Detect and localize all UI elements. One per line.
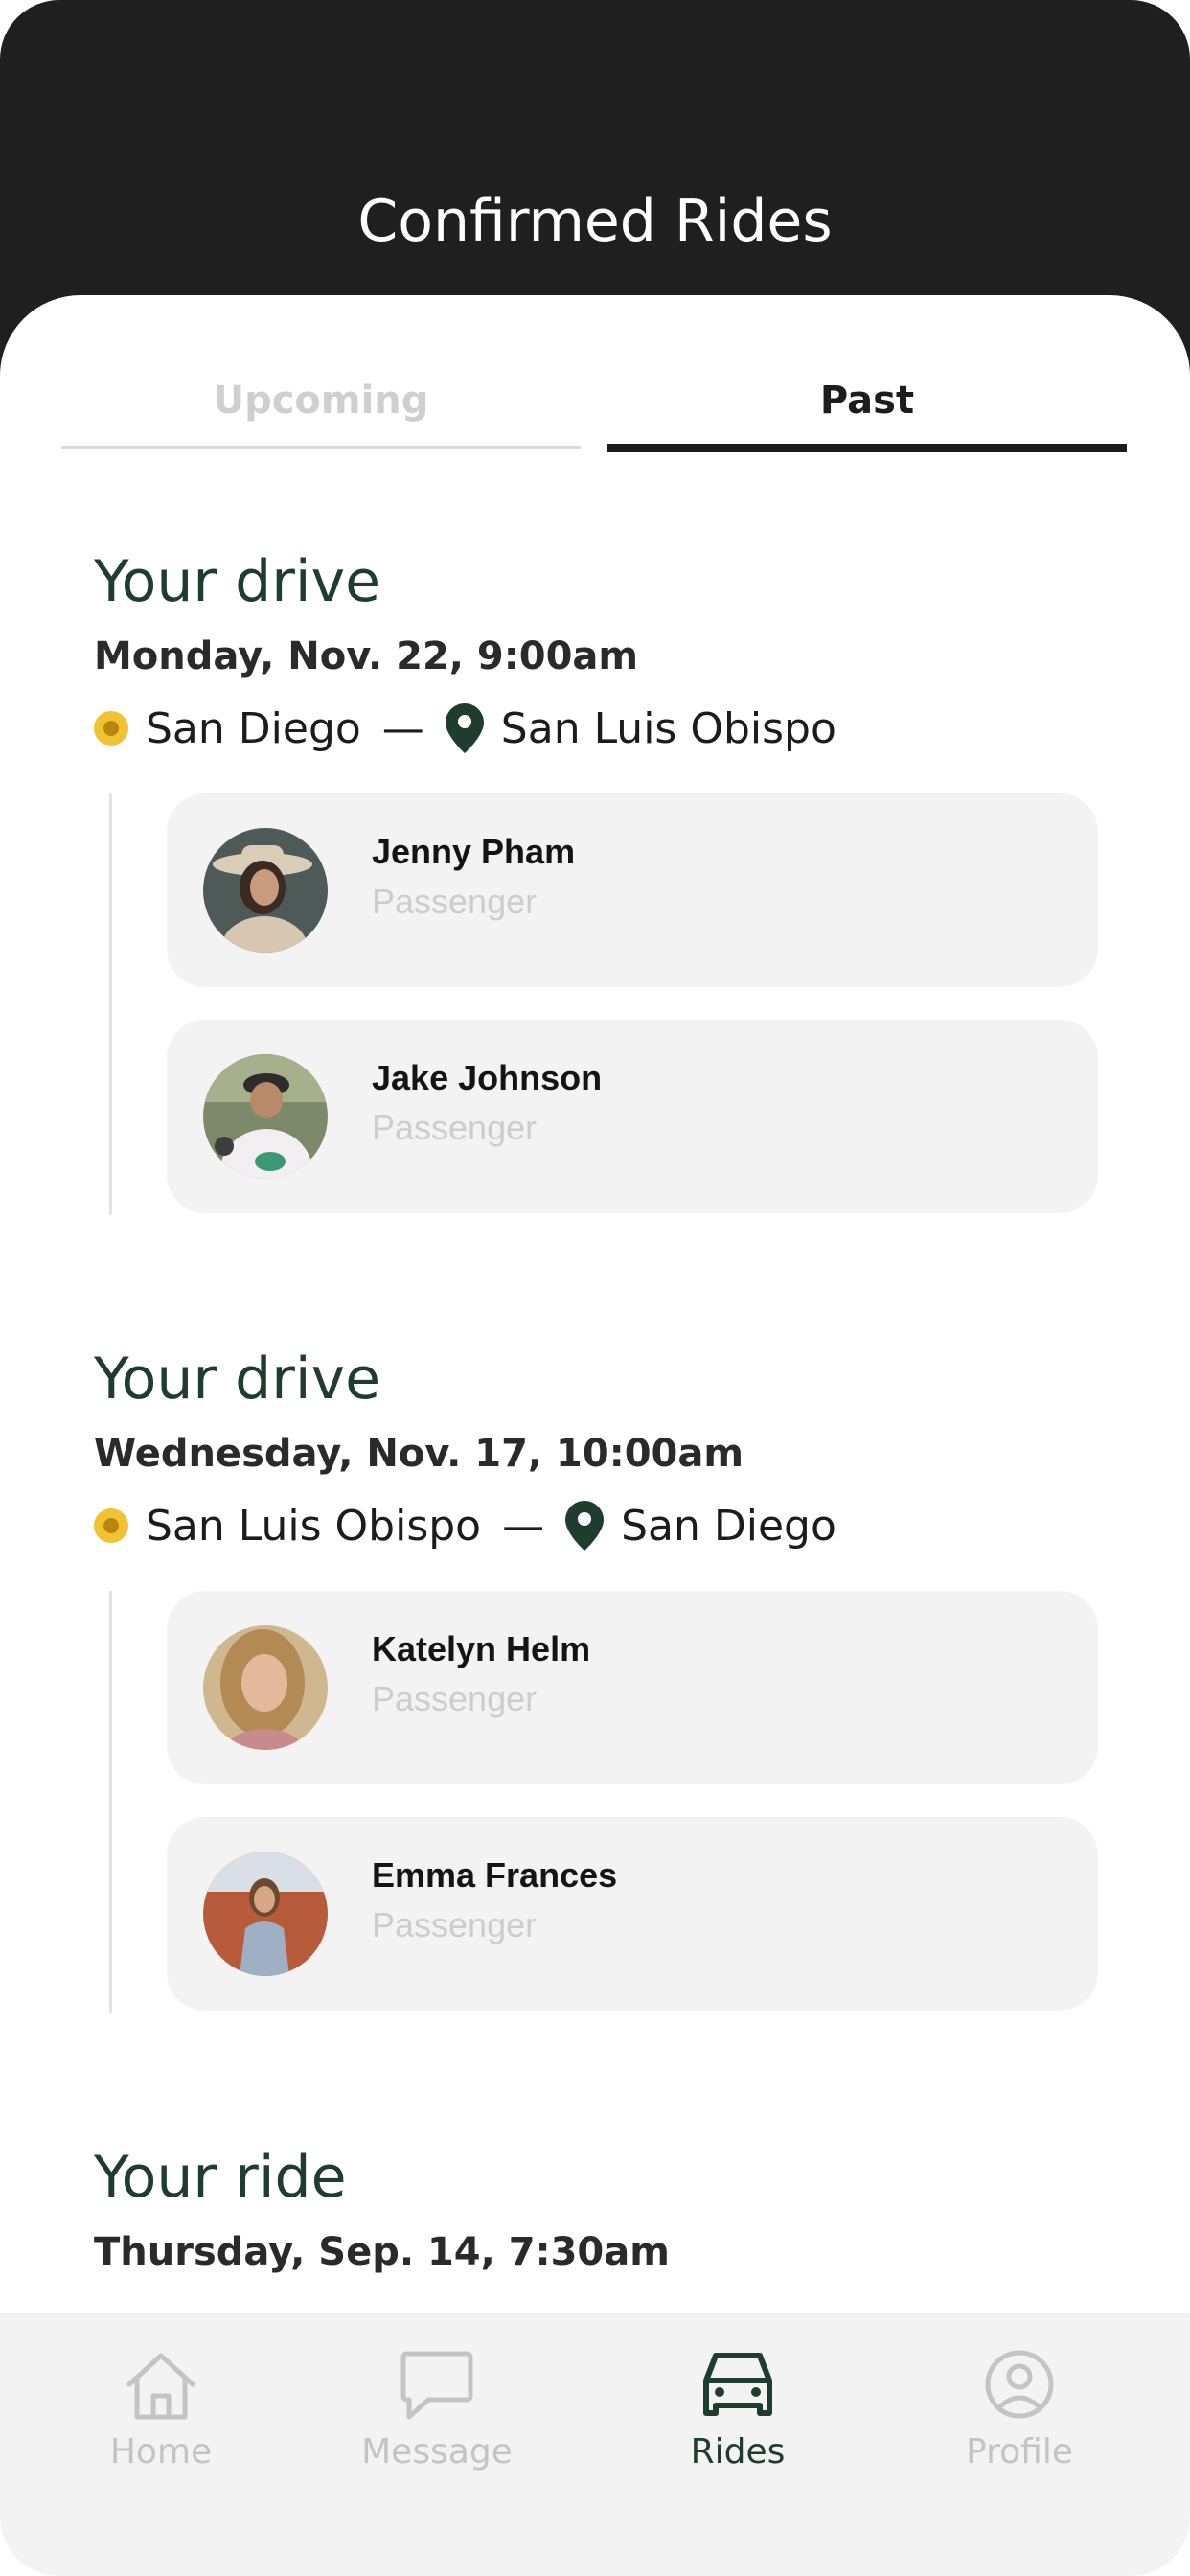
route: San Diego — San Luis Obispo — [94, 700, 836, 757]
section-title: Your ride — [94, 2144, 347, 2211]
route-separator: — — [381, 703, 424, 753]
bottom-tab-bar: Home Message Rides Profile — [0, 2313, 1190, 2576]
section-date: Wednesday, Nov. 17, 10:00am — [94, 1432, 744, 1476]
section-title: Your drive — [94, 1346, 381, 1413]
route-origin: San Luis Obispo — [146, 1501, 482, 1551]
ride-section-3: Your ride Thursday, Sep. 14, 7:30am — [94, 2144, 1148, 2316]
tab-upcoming-underline — [61, 446, 581, 448]
car-icon — [703, 2353, 772, 2416]
passenger-name: Emma Frances — [372, 1855, 618, 1895]
tab-rides-label: Rides — [690, 2432, 786, 2472]
timeline-line — [109, 1591, 112, 2012]
passenger-role: Passenger — [372, 1905, 538, 1944]
route-origin: San Diego — [146, 703, 361, 753]
tab-message-label: Message — [361, 2432, 513, 2472]
passenger-role: Passenger — [372, 882, 538, 921]
route: San Luis Obispo — San Diego — [94, 1497, 836, 1554]
passenger-role: Passenger — [372, 1679, 538, 1718]
ride-section-1: Your drive Monday, Nov. 22, 9:00am San D… — [94, 548, 1148, 1219]
tab-home-label: Home — [109, 2432, 213, 2472]
section-date: Thursday, Sep. 14, 7:30am — [94, 2230, 670, 2274]
tab-rides[interactable]: Rides — [623, 2346, 853, 2490]
avatar — [203, 1054, 328, 1179]
home-icon — [126, 2353, 195, 2420]
passenger-card[interactable]: Emma Frances Passenger — [167, 1817, 1098, 2011]
tab-past-label: Past — [819, 379, 915, 423]
tab-past[interactable]: Past — [607, 376, 1127, 452]
tab-message[interactable]: Message — [322, 2346, 552, 2490]
tab-home[interactable]: Home — [46, 2346, 276, 2490]
route-destination: San Luis Obispo — [500, 703, 836, 753]
passenger-card[interactable]: Jenny Pham Passenger — [167, 794, 1098, 987]
section-title: Your drive — [94, 548, 381, 615]
tab-past-active-underline — [607, 444, 1127, 452]
ride-section-2: Your drive Wednesday, Nov. 17, 10:00am S… — [94, 1346, 1148, 2016]
avatar — [203, 828, 328, 953]
ride-tabs: Upcoming Past — [61, 376, 1127, 452]
route-separator: — — [502, 1501, 545, 1551]
tab-upcoming-label: Upcoming — [213, 379, 429, 423]
avatar — [203, 1852, 328, 1976]
confirmed-rides-screen: Confirmed Rides Upcoming Past Your drive… — [0, 0, 1190, 2576]
passenger-card[interactable]: Jake Johnson Passenger — [167, 1020, 1098, 1213]
tab-upcoming[interactable]: Upcoming — [61, 376, 581, 452]
passenger-card[interactable]: Katelyn Helm Passenger — [167, 1591, 1098, 1784]
page-title: Confirmed Rides — [357, 188, 833, 255]
route-destination: San Diego — [621, 1501, 836, 1551]
profile-icon — [985, 2350, 1054, 2419]
location-pin-icon — [445, 703, 484, 753]
timeline-line — [109, 794, 112, 1215]
message-icon — [400, 2351, 473, 2420]
passenger-name: Katelyn Helm — [372, 1629, 591, 1668]
passenger-name: Jenny Pham — [372, 832, 576, 871]
avatar — [203, 1625, 328, 1750]
origin-dot-icon — [94, 1508, 128, 1543]
tab-profile[interactable]: Profile — [904, 2346, 1134, 2490]
section-date: Monday, Nov. 22, 9:00am — [94, 634, 639, 678]
passenger-name: Jake Johnson — [372, 1058, 603, 1097]
origin-dot-icon — [94, 711, 128, 746]
tab-profile-label: Profile — [966, 2432, 1073, 2472]
passenger-role: Passenger — [372, 1108, 538, 1147]
location-pin-icon — [565, 1501, 605, 1551]
